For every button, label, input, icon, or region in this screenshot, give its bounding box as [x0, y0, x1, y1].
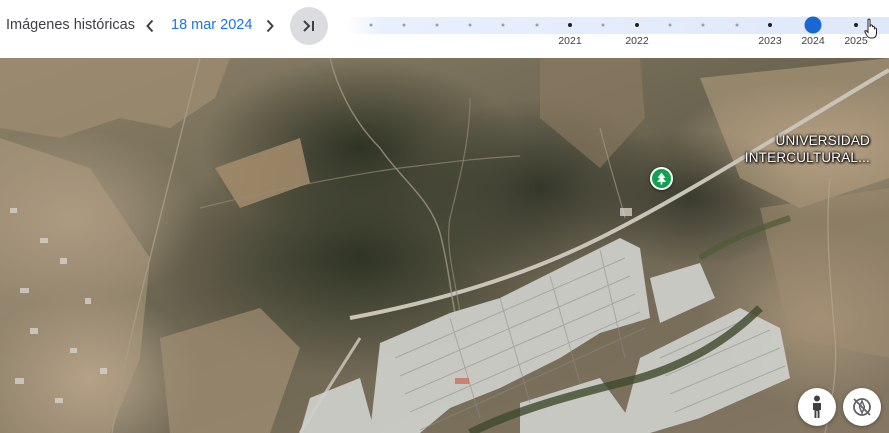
- poi-label-line: INTERCULTURAL...: [744, 150, 870, 165]
- timeline-year-label: 2022: [625, 35, 649, 47]
- compass-button[interactable]: [843, 388, 881, 426]
- park-marker[interactable]: [650, 167, 673, 190]
- poi-label-universidad[interactable]: UNIVERSIDAD INTERCULTURAL...: [745, 132, 870, 166]
- selected-date[interactable]: 18 mar 2024: [171, 17, 252, 33]
- hand-cursor-icon: [864, 18, 877, 39]
- timeline-dot[interactable]: [735, 23, 739, 27]
- pegman-icon: [813, 395, 821, 418]
- timeline-dot[interactable]: [369, 23, 373, 27]
- timeline-selected-dot[interactable]: [804, 16, 822, 34]
- street-view-pegman-button[interactable]: [798, 388, 836, 426]
- satellite-map[interactable]: UNIVERSIDAD INTERCULTURAL...: [0, 58, 889, 433]
- park-tree-icon: [657, 172, 666, 185]
- timeline-year-label: 2023: [758, 35, 782, 47]
- satellite-terrain: [0, 58, 889, 433]
- previous-date-button[interactable]: [139, 14, 161, 38]
- timeline-dot-2025[interactable]: [854, 23, 858, 27]
- chevron-right-icon: [266, 19, 274, 33]
- timeline-year-label: 2024: [801, 35, 825, 47]
- timeline-dot[interactable]: [402, 23, 406, 27]
- timeline-dot[interactable]: [435, 23, 439, 27]
- timeline-year-label: 2021: [558, 35, 582, 47]
- chevron-left-icon: [146, 19, 154, 33]
- next-date-button[interactable]: [259, 14, 281, 38]
- historical-imagery-bar: Imágenes históricas 18 mar 2024 2021 202…: [0, 0, 889, 58]
- poi-label-line: UNIVERSIDAD: [775, 133, 870, 148]
- skip-to-latest-icon: [303, 20, 314, 32]
- historical-imagery-title: Imágenes históricas: [6, 17, 135, 33]
- timeline-dot[interactable]: [668, 23, 672, 27]
- timeline-dot[interactable]: [701, 23, 705, 27]
- compass-disabled-icon: [853, 398, 871, 416]
- timeline-dot[interactable]: [501, 23, 505, 27]
- timeline-dot[interactable]: [535, 23, 539, 27]
- skip-to-latest-button[interactable]: [290, 7, 328, 45]
- timeline-dot[interactable]: [468, 23, 472, 27]
- timeline-dot[interactable]: [601, 23, 605, 27]
- timeline-dot-2022[interactable]: [635, 23, 639, 27]
- timeline-dot-2021[interactable]: [568, 23, 572, 27]
- timeline-dot-2023[interactable]: [768, 23, 772, 27]
